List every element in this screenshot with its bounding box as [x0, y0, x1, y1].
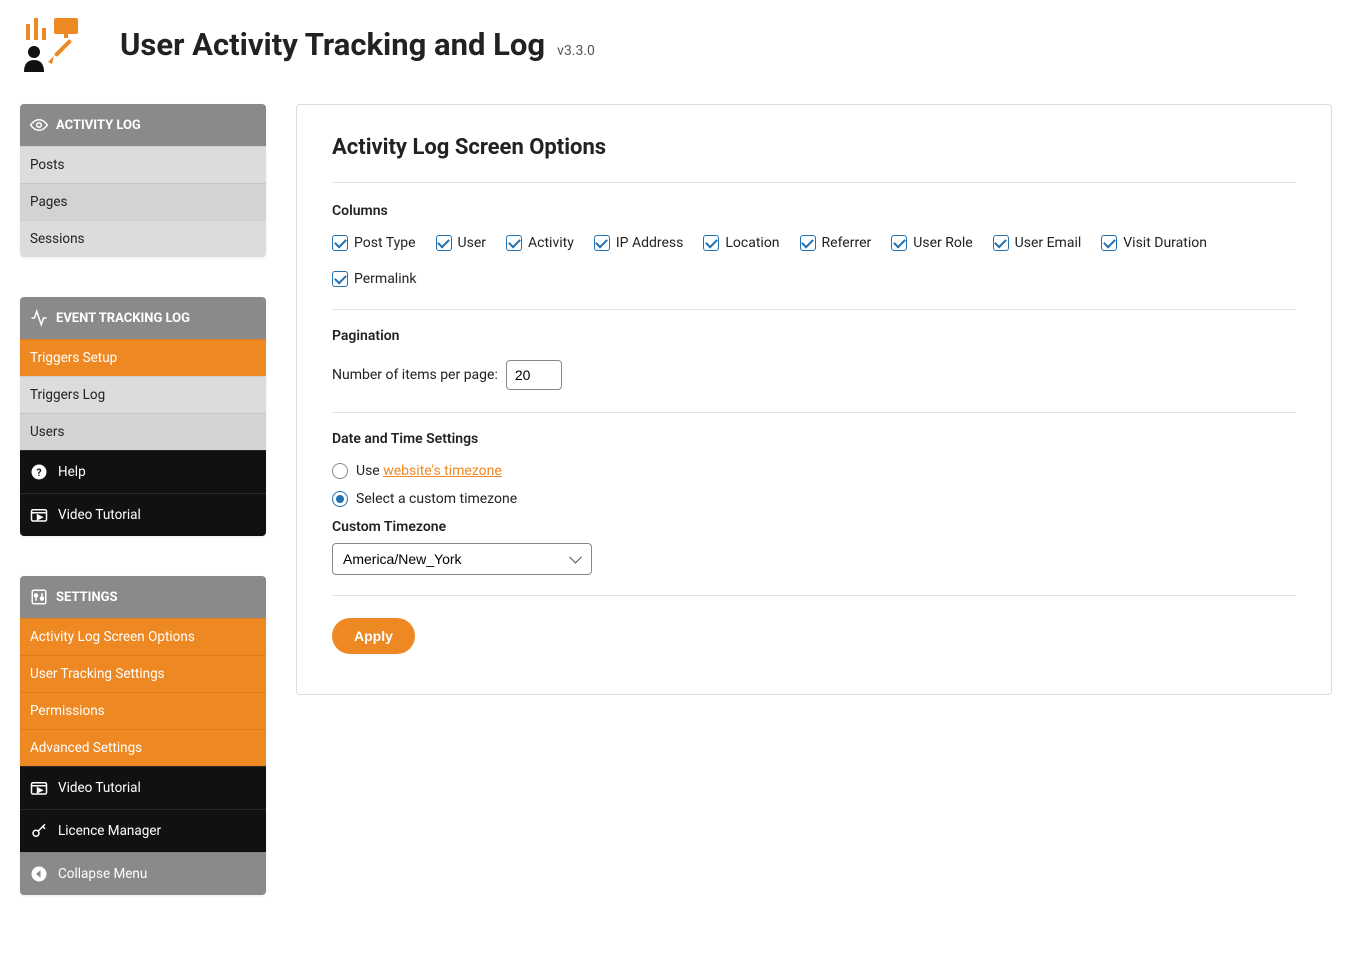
collapse-icon — [30, 865, 48, 883]
nav-item-help[interactable]: ? Help — [20, 450, 266, 493]
nav-item-posts[interactable]: Posts — [20, 146, 266, 183]
content-title: Activity Log Screen Options — [332, 135, 1296, 160]
nav-item-sessions[interactable]: Sessions — [20, 220, 266, 257]
nav-header-settings[interactable]: SETTINGS — [20, 576, 266, 618]
nav-item-permissions[interactable]: Permissions — [20, 692, 266, 729]
column-checkbox-user[interactable]: User — [436, 235, 486, 251]
column-checkbox-ip-address[interactable]: IP Address — [594, 235, 684, 251]
nav-item-collapse-menu[interactable]: Collapse Menu — [20, 852, 266, 895]
checkbox-icon — [800, 235, 816, 251]
pagination-text: Number of items per page: — [332, 367, 498, 383]
checkbox-icon — [1101, 235, 1117, 251]
nav-header-event-tracking[interactable]: EVENT TRACKING LOG — [20, 297, 266, 339]
content-panel: Activity Log Screen Options Columns Post… — [296, 104, 1332, 695]
column-checkbox-referrer[interactable]: Referrer — [800, 235, 872, 251]
nav-header-label: SETTINGS — [56, 590, 118, 605]
video-icon — [30, 506, 48, 524]
checkbox-icon — [891, 235, 907, 251]
checkbox-icon — [332, 271, 348, 287]
app-logo — [20, 14, 90, 74]
nav-item-licence-manager[interactable]: Licence Manager — [20, 809, 266, 852]
apply-button[interactable]: Apply — [332, 618, 415, 654]
datetime-label: Date and Time Settings — [332, 431, 1296, 447]
nav-item-video-tutorial-settings[interactable]: Video Tutorial — [20, 766, 266, 809]
nav-header-activity-log[interactable]: ACTIVITY LOG — [20, 104, 266, 146]
checkbox-icon — [594, 235, 610, 251]
checkbox-icon — [436, 235, 452, 251]
column-checkbox-permalink[interactable]: Permalink — [332, 271, 416, 287]
column-checkbox-user-role[interactable]: User Role — [891, 235, 972, 251]
columns-label: Columns — [332, 203, 1296, 219]
pagination-label: Pagination — [332, 328, 1296, 344]
nav-item-triggers-log[interactable]: Triggers Log — [20, 376, 266, 413]
column-checkbox-visit-duration[interactable]: Visit Duration — [1101, 235, 1207, 251]
checkbox-icon — [993, 235, 1009, 251]
page-title: User Activity Tracking and Log — [120, 26, 545, 63]
column-checkbox-post-type[interactable]: Post Type — [332, 235, 416, 251]
website-timezone-link[interactable]: website's timezone — [383, 463, 502, 479]
settings-icon — [30, 588, 48, 606]
nav-header-label: EVENT TRACKING LOG — [56, 311, 190, 326]
nav-group-settings: SETTINGS Activity Log Screen Options Use… — [20, 576, 266, 895]
column-checkbox-user-email[interactable]: User Email — [993, 235, 1082, 251]
nav-item-activity-log-screen-options[interactable]: Activity Log Screen Options — [20, 618, 266, 655]
radio-icon — [332, 491, 348, 507]
nav-item-pages[interactable]: Pages — [20, 183, 266, 220]
columns-checkbox-row: Post Type User Activity IP Address Locat… — [332, 235, 1296, 287]
nav-group-activity-log: ACTIVITY LOG Posts Pages Sessions — [20, 104, 266, 257]
custom-timezone-select[interactable]: America/New_York — [332, 543, 592, 575]
nav-item-user-tracking-settings[interactable]: User Tracking Settings — [20, 655, 266, 692]
nav-item-video-tutorial[interactable]: Video Tutorial — [20, 493, 266, 536]
nav-item-users[interactable]: Users — [20, 413, 266, 450]
custom-timezone-label: Custom Timezone — [332, 519, 1296, 535]
page-header: User Activity Tracking and Log v3.3.0 — [20, 14, 1332, 74]
nav-header-label: ACTIVITY LOG — [56, 118, 141, 133]
nav-item-advanced-settings[interactable]: Advanced Settings — [20, 729, 266, 766]
activity-icon — [30, 309, 48, 327]
video-icon — [30, 779, 48, 797]
radio-use-website-timezone[interactable]: Use website's timezone — [332, 463, 1296, 479]
radio-custom-timezone[interactable]: Select a custom timezone — [332, 491, 1296, 507]
column-checkbox-activity[interactable]: Activity — [506, 235, 574, 251]
checkbox-icon — [506, 235, 522, 251]
eye-icon — [30, 116, 48, 134]
svg-text:?: ? — [36, 466, 41, 479]
help-icon: ? — [30, 463, 48, 481]
version-label: v3.3.0 — [557, 43, 595, 59]
items-per-page-input[interactable] — [506, 360, 562, 390]
sidebar: ACTIVITY LOG Posts Pages Sessions EVENT … — [20, 104, 266, 935]
column-checkbox-location[interactable]: Location — [703, 235, 779, 251]
nav-group-event-tracking: EVENT TRACKING LOG Triggers Setup Trigge… — [20, 297, 266, 536]
checkbox-icon — [703, 235, 719, 251]
checkbox-icon — [332, 235, 348, 251]
radio-icon — [332, 463, 348, 479]
nav-item-triggers-setup[interactable]: Triggers Setup — [20, 339, 266, 376]
key-icon — [30, 822, 48, 840]
